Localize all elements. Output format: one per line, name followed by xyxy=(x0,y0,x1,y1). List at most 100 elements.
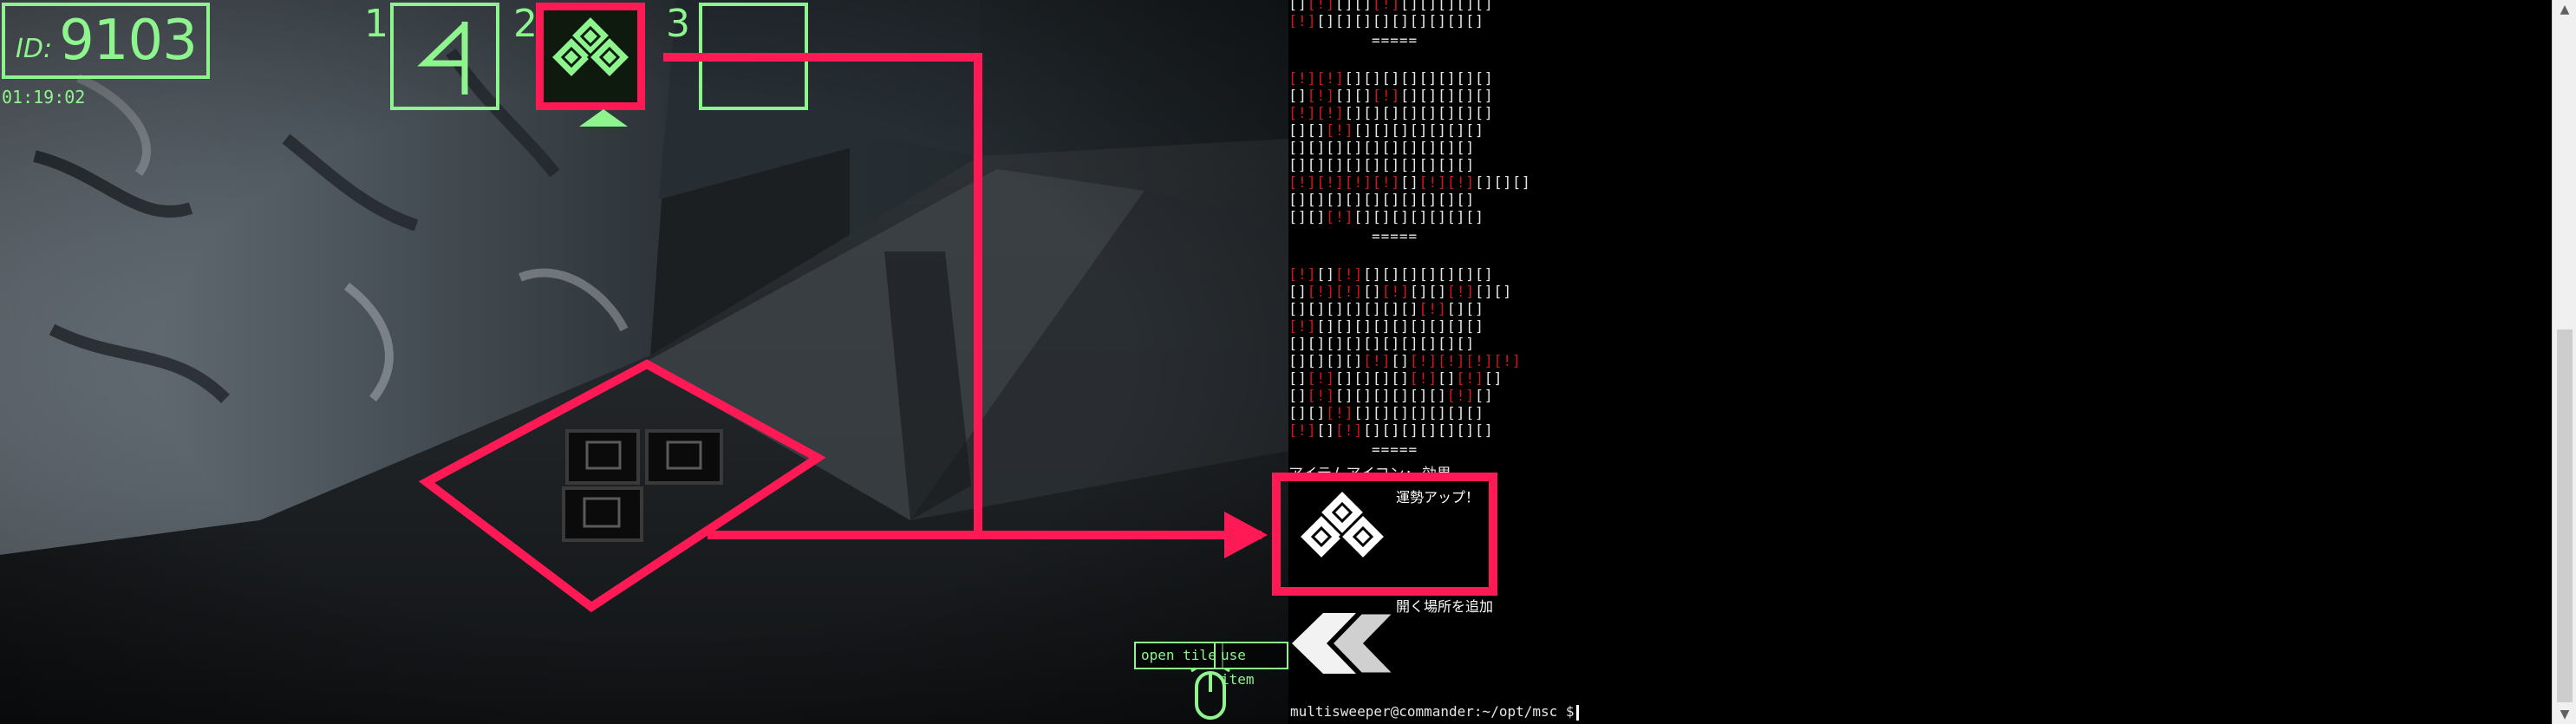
grid-cell: [] xyxy=(1362,105,1382,122)
grid-cell: [] xyxy=(1409,209,1429,226)
grid-cell: [] xyxy=(1353,388,1373,405)
grid-cell: [] xyxy=(1288,353,1308,370)
grid-row: [!][][!][][][][][][][] xyxy=(1288,422,1493,440)
grid-cell: [] xyxy=(1428,405,1447,422)
grid-cell: [] xyxy=(1418,336,1438,353)
grid-cell: [] xyxy=(1409,318,1429,336)
grid-cell: [] xyxy=(1446,209,1466,226)
grid-cell: [] xyxy=(1399,266,1419,284)
grid-cell: [] xyxy=(1344,301,1363,318)
grid-cell: [] xyxy=(1437,192,1457,209)
grid-cell: [] xyxy=(1418,140,1438,157)
mine-cell: [!] xyxy=(1316,105,1345,122)
mine-cell: [!] xyxy=(1334,266,1363,284)
grid-cell: [] xyxy=(1456,336,1475,353)
grid-cell: [] xyxy=(1307,353,1326,370)
grid-cell: [] xyxy=(1437,266,1457,284)
grid-cell: [] xyxy=(1372,388,1392,405)
terminal-window[interactable]: [][!][][][!][][][][][] [!][][][][][][][][… xyxy=(1288,0,2552,724)
grid-cell: [] xyxy=(1418,157,1438,174)
mine-cell: [!] xyxy=(1446,388,1475,405)
grid-cell: [] xyxy=(1334,388,1354,405)
mine-cell: [!] xyxy=(1307,284,1335,301)
grid-cell: [] xyxy=(1456,157,1475,174)
shell-prompt[interactable]: multisweeper@commander:~/opt/msc $ xyxy=(1290,703,1579,721)
grid-cell: [] xyxy=(1399,336,1419,353)
grid-cell: [] xyxy=(1409,122,1429,140)
grid-cell: [] xyxy=(1418,88,1438,105)
grid-cell: [] xyxy=(1381,422,1400,440)
mine-cell: [!] xyxy=(1372,0,1400,13)
grid-cell: [] xyxy=(1362,140,1382,157)
item-effect-label: 開く場所を追加 xyxy=(1396,598,1494,615)
grid-cell: [] xyxy=(1456,70,1475,88)
elapsed-time: 01:19:02 xyxy=(2,87,86,108)
grid-cell: [] xyxy=(1325,140,1345,157)
grid-cell: [] xyxy=(1325,157,1345,174)
grid-cell: [] xyxy=(1334,88,1354,105)
open-tile-hint: open tile xyxy=(1134,642,1223,669)
grid-cell: [] xyxy=(1493,174,1512,192)
scroll-up-arrow-icon[interactable]: ▲ xyxy=(2553,0,2576,19)
grid-cell: [] xyxy=(1325,301,1345,318)
mine-cell: [!] xyxy=(1381,284,1410,301)
grid-cell: [] xyxy=(1391,13,1410,30)
grid-cell: [] xyxy=(1456,266,1475,284)
grid-cell: [] xyxy=(1474,88,1494,105)
grid-cell: [] xyxy=(1391,209,1410,226)
diamond-stack-icon xyxy=(548,13,633,81)
mine-cell: [!] xyxy=(1288,13,1317,30)
grid-cell: [] xyxy=(1474,174,1494,192)
grid-cell: [] xyxy=(1456,88,1475,105)
grid-cell: [] xyxy=(1381,192,1400,209)
grid-cell: [] xyxy=(1381,301,1400,318)
mine-cell: [!] xyxy=(1307,388,1335,405)
grid-row: [][!][][][!][][][][][] xyxy=(1288,0,1493,13)
grid-cell: [] xyxy=(1437,105,1457,122)
mine-cell: [!] xyxy=(1437,353,1466,370)
grid-cell: [] xyxy=(1344,336,1363,353)
scroll-thumb[interactable] xyxy=(2557,329,2573,702)
mine-cell: [!] xyxy=(1334,284,1363,301)
grid-cell: [] xyxy=(1446,318,1466,336)
mine-cell: [!] xyxy=(1325,122,1354,140)
grid-cell: [] xyxy=(1372,405,1392,422)
item-slot-3[interactable] xyxy=(699,3,808,110)
mine-cell: [!] xyxy=(1372,174,1400,192)
grid-row: [][][][][][][][][][] xyxy=(1288,140,1475,157)
grid-separator: ===== xyxy=(1372,32,1418,49)
mine-cell: [!] xyxy=(1372,88,1400,105)
grid-cell: [] xyxy=(1307,122,1326,140)
mine-cell: [!] xyxy=(1418,174,1447,192)
grid-separator: ===== xyxy=(1372,228,1418,245)
grid-cell: [] xyxy=(1325,353,1345,370)
grid-cell: [] xyxy=(1362,301,1382,318)
grid-row: [][][][][][][][][][] xyxy=(1288,157,1475,174)
item-slot-1[interactable] xyxy=(390,3,499,110)
grid-cell: [] xyxy=(1362,422,1382,440)
item-slot-2-selected[interactable] xyxy=(536,3,645,110)
scroll-down-arrow-icon[interactable]: ▼ xyxy=(2553,705,2576,724)
mine-cell: [!] xyxy=(1288,174,1317,192)
grid-cell: [] xyxy=(1474,105,1494,122)
grid-cell: [] xyxy=(1456,105,1475,122)
grid-cell: [] xyxy=(1344,70,1363,88)
slot-3-number: 3 xyxy=(666,2,690,46)
grid-cell: [] xyxy=(1474,388,1494,405)
grid-cell: [] xyxy=(1353,318,1373,336)
grid-cell: [] xyxy=(1288,388,1308,405)
grid-cell: [] xyxy=(1437,0,1457,13)
grid-cell: [] xyxy=(1391,388,1410,405)
grid-cell: [] xyxy=(1307,192,1326,209)
mine-cell: [!] xyxy=(1456,370,1484,388)
grid-cell: [] xyxy=(1474,70,1494,88)
game-viewport[interactable]: ID: 9103 01:19:02 1 2 3 open tile use it… xyxy=(0,0,1288,724)
mine-cell: [!] xyxy=(1493,353,1522,370)
terminal-scrollbar[interactable]: ▲ ▼ xyxy=(2552,0,2576,724)
slot-1-number: 1 xyxy=(364,2,388,46)
grid-cell: [] xyxy=(1418,266,1438,284)
grid-cell: [] xyxy=(1307,336,1326,353)
grid-cell: [] xyxy=(1465,13,1484,30)
mine-cell: [!] xyxy=(1446,284,1475,301)
mine-cell: [!] xyxy=(1325,209,1354,226)
